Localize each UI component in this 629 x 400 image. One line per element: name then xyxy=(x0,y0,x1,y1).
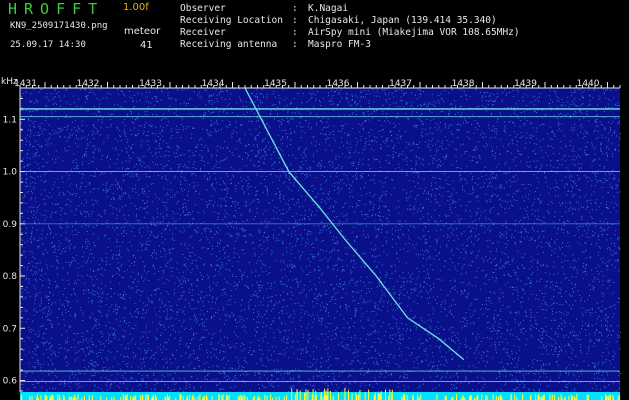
x-tick-label: 1434 xyxy=(202,79,225,89)
y-tick-label: 1.1 xyxy=(3,115,17,125)
axis-unit-label: kHz xyxy=(1,77,18,87)
info-label: Observer xyxy=(180,3,226,14)
x-tick-label: 1440 xyxy=(577,79,600,89)
datetime-label: 25.09.17 14:30 xyxy=(10,40,86,50)
x-tick-label: 1435 xyxy=(264,79,287,89)
y-tick-label: 0.6 xyxy=(3,377,18,387)
info-value: Maspro FM-3 xyxy=(308,39,371,50)
version-label: 1.00f xyxy=(123,2,149,13)
y-tick-label: 0.8 xyxy=(3,272,18,282)
info-row-receiver: Receiver: AirSpy mini (Miakejima VOR 108.… xyxy=(180,27,520,38)
info-label: Receiver xyxy=(180,27,226,38)
spectrogram-background xyxy=(20,88,620,400)
app-brand: HROFFT xyxy=(8,0,105,18)
x-tick-label: 1438 xyxy=(452,79,475,89)
info-separator: : xyxy=(292,15,298,26)
x-tick-label: 1439 xyxy=(514,79,537,89)
info-label: Receiving Location xyxy=(180,15,283,26)
info-value: K.Nagai xyxy=(308,3,349,14)
info-separator: : xyxy=(292,27,298,38)
x-tick-label: 1437 xyxy=(389,79,412,89)
info-row-location: Receiving Location: Chigasaki, Japan (139… xyxy=(180,15,497,26)
filename-label: KN9_2509171430.png xyxy=(10,21,108,31)
x-tick-label: 1432 xyxy=(77,79,100,89)
mode-label: meteor xyxy=(124,26,161,37)
info-separator: : xyxy=(292,3,298,14)
info-value: AirSpy mini (Miakejima VOR 108.65MHz) xyxy=(308,27,520,38)
x-axis: 1431 1432 1433 1434 1435 1436 1437 1438 1439 1440 xyxy=(14,79,621,89)
info-label: Receiving antenna xyxy=(180,39,278,50)
spectrogram-plot: 1431 1432 1433 1434 1435 1436 1437 1438 1439 1440… xyxy=(1,77,621,400)
info-row-antenna: Receiving antenna: Maspro FM-3 xyxy=(180,39,371,50)
info-separator: : xyxy=(292,39,298,50)
info-row-observer: Observer: K.Nagai xyxy=(180,3,348,14)
info-value: Chigasaki, Japan (139.414 35.340) xyxy=(308,15,497,26)
y-tick-label: 1.0 xyxy=(3,168,18,178)
x-tick-label: 1436 xyxy=(327,79,350,89)
meteor-count: 41 xyxy=(140,40,153,51)
x-tick-label: 1433 xyxy=(139,79,162,89)
y-tick-label: 0.9 xyxy=(3,220,18,230)
y-tick-label: 0.7 xyxy=(3,324,17,334)
